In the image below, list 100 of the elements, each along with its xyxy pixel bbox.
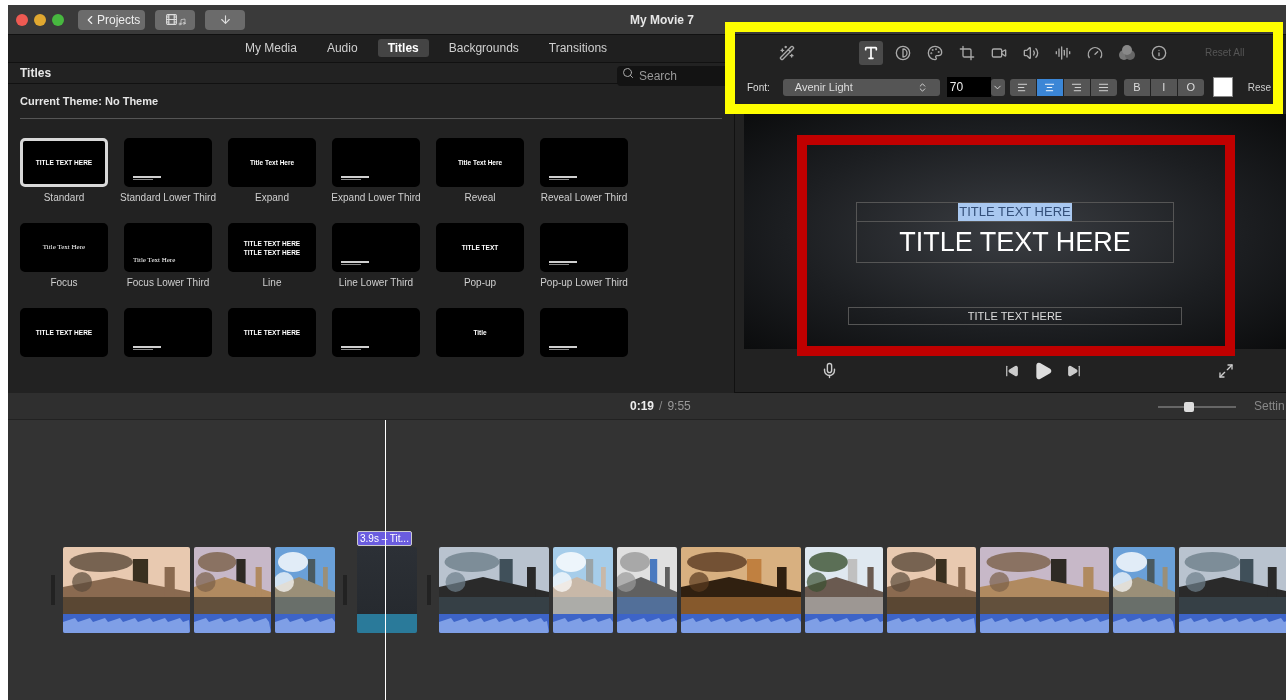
info-icon — [1151, 44, 1167, 61]
video-clip[interactable] — [1179, 547, 1286, 633]
inspector-tool[interactable] — [859, 40, 883, 65]
font-label: Font: — [747, 80, 770, 95]
reset-button[interactable]: Rese — [1247, 79, 1272, 95]
alignment-button[interactable] — [1063, 78, 1090, 96]
import-button[interactable] — [205, 9, 246, 30]
minimize-window-button[interactable] — [34, 13, 46, 26]
text-style-button[interactable]: I — [1150, 78, 1177, 96]
text-placeholder-lines — [549, 346, 577, 350]
fullscreen-icon[interactable] — [1218, 362, 1234, 379]
skip-back-icon[interactable] — [1005, 363, 1019, 378]
speaker-icon — [1023, 44, 1039, 61]
title-clip[interactable] — [357, 547, 417, 633]
text-placeholder-lines — [549, 176, 577, 180]
text-icon — [863, 44, 879, 61]
title-thumbnail[interactable] — [124, 138, 212, 187]
projects-button[interactable]: Projects — [78, 9, 146, 30]
title-label: Focus Lower Third — [125, 277, 211, 288]
browser-tab[interactable]: Audio — [316, 39, 368, 58]
play-icon[interactable] — [1033, 360, 1053, 381]
browser-tab[interactable]: Transitions — [538, 39, 618, 58]
text-style-button[interactable]: O — [1177, 78, 1204, 96]
title-label: Line Lower Third — [337, 277, 415, 288]
close-window-button[interactable] — [16, 13, 28, 26]
title-label: Pop-up — [462, 277, 498, 288]
align-left-icon — [1017, 81, 1029, 93]
browser-tab[interactable]: Backgrounds — [438, 39, 529, 58]
title-label: Reveal — [463, 192, 497, 203]
time-separator: / — [659, 398, 663, 415]
color-swatch[interactable] — [1212, 77, 1233, 97]
video-clip[interactable] — [681, 547, 801, 633]
audio-waveform — [617, 614, 677, 633]
video-clip[interactable] — [617, 547, 677, 633]
skip-forward-icon[interactable] — [1067, 363, 1081, 378]
video-clip[interactable] — [805, 547, 883, 633]
settings-button[interactable]: Settin — [1254, 397, 1285, 415]
theme-heading: Current Theme: No Theme — [20, 93, 159, 109]
video-clip[interactable] — [63, 547, 190, 633]
title-thumbnail[interactable] — [332, 308, 420, 357]
zoom-window-button[interactable] — [52, 13, 64, 26]
video-clip[interactable] — [553, 547, 613, 633]
alignment-button[interactable] — [1036, 78, 1063, 96]
title-label: Pop-up Lower Third — [539, 277, 629, 288]
film-music-icon — [164, 13, 186, 26]
audio-waveform — [1113, 614, 1175, 633]
crop-icon — [959, 44, 975, 61]
title-text[interactable]: TITLE TEXT HERE — [857, 221, 1173, 262]
title-label: Expand Lower Third — [330, 192, 422, 203]
title-thumbnail[interactable] — [332, 138, 420, 187]
font-dropdown[interactable]: Avenir Light — [782, 78, 940, 96]
title-label: Focus — [49, 277, 79, 288]
video-clip[interactable] — [194, 547, 271, 633]
title-thumbnail[interactable] — [540, 138, 628, 187]
half-circle-icon — [895, 44, 911, 61]
text-style-button[interactable]: B — [1123, 78, 1150, 96]
total-time: 9:55 — [667, 398, 691, 415]
overlapping-circles-icon — [1118, 44, 1136, 61]
text-placeholder-lines — [341, 261, 369, 265]
media-button[interactable] — [155, 9, 196, 30]
current-time: 0:19 — [630, 398, 655, 415]
title-label: Line — [261, 277, 283, 288]
text-placeholder-lines — [341, 176, 369, 180]
align-right-icon — [1071, 81, 1083, 93]
lower-title-text[interactable]: TITLE TEXT HERE — [848, 307, 1182, 325]
title-thumbnail[interactable] — [124, 308, 212, 357]
title-label: Standard — [42, 192, 86, 203]
align-justify-icon — [1098, 81, 1110, 93]
browser-tab[interactable]: Titles — [377, 39, 429, 58]
video-clip[interactable] — [980, 547, 1109, 633]
window-title: My Movie 7 — [630, 11, 695, 29]
arrow-down-icon — [218, 13, 232, 26]
text-placeholder-lines — [133, 176, 161, 180]
title-label: Reveal Lower Third — [539, 192, 629, 203]
text-placeholder-lines — [549, 261, 577, 265]
title-thumbnail[interactable] — [332, 223, 420, 272]
video-clip[interactable] — [887, 547, 976, 633]
alignment-button[interactable] — [1090, 78, 1117, 96]
title-label: Expand — [254, 192, 290, 203]
title-thumbnail[interactable] — [540, 308, 628, 357]
microphone-icon[interactable] — [821, 362, 838, 379]
align-center-icon — [1044, 81, 1056, 93]
palette-icon — [927, 44, 943, 61]
title-thumbnail[interactable] — [540, 223, 628, 272]
browser-tab[interactable]: My Media — [234, 39, 307, 58]
panel-header: Titles — [20, 64, 52, 82]
slider-thumb[interactable] — [1184, 402, 1195, 412]
alignment-button[interactable] — [1009, 78, 1036, 96]
video-clip[interactable] — [1113, 547, 1175, 633]
search-icon — [622, 66, 634, 79]
font-size-field[interactable]: 70 — [946, 77, 991, 97]
text-placeholder-lines — [341, 346, 369, 350]
magic-wand-icon — [779, 44, 795, 61]
title-text[interactable]: TITLE TEXT HERE — [958, 203, 1072, 221]
video-clip[interactable] — [275, 547, 335, 633]
video-clip[interactable] — [439, 547, 549, 633]
zoom-slider[interactable] — [1158, 401, 1236, 413]
audio-waveform — [275, 614, 335, 633]
audio-waveform — [553, 614, 613, 633]
equalizer-icon — [1055, 44, 1071, 61]
